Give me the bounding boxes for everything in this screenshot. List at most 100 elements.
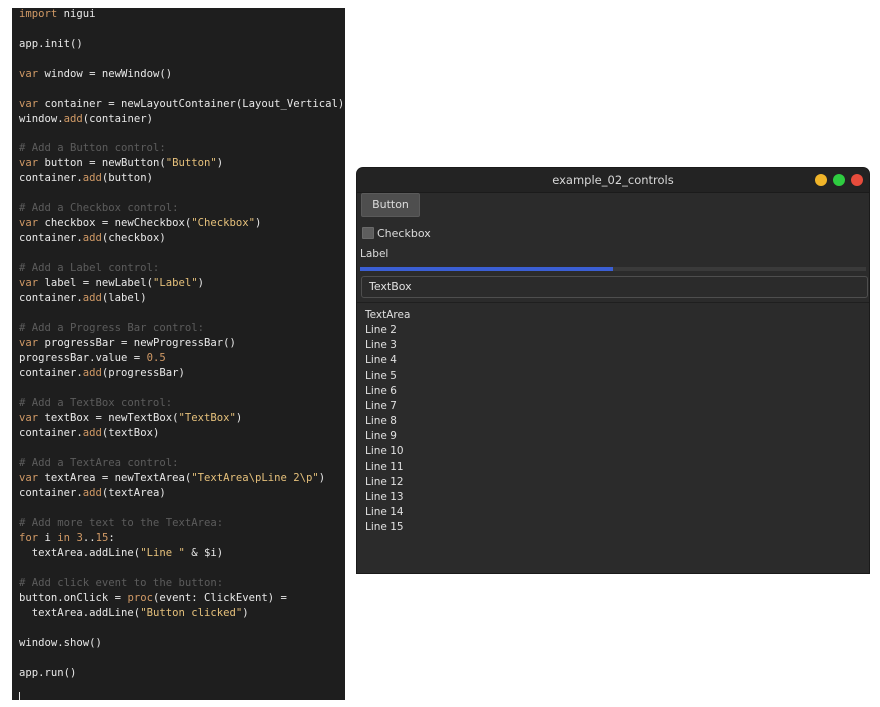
textarea-line: TextArea <box>365 309 411 321</box>
code-token: (progressBar) <box>101 367 185 379</box>
window-title: example_02_controls <box>552 173 674 187</box>
code-line: var checkbox = newCheckbox("Checkbox") <box>19 216 261 230</box>
button-control[interactable]: Button <box>361 193 420 217</box>
code-token: i <box>38 532 58 544</box>
textarea-line: Line 14 <box>365 505 404 518</box>
code-token: ) <box>255 217 262 229</box>
code-token: for <box>19 532 39 544</box>
code-token: # Add a Checkbox control: <box>19 202 179 214</box>
code-token: .. <box>82 532 96 544</box>
code-token: "TextBox" <box>178 412 236 424</box>
code-line: # Add a Button control: <box>19 141 166 155</box>
window-titlebar[interactable]: example_02_controls <box>357 168 869 193</box>
code-token: var <box>19 337 39 349</box>
code-token: app.run() <box>19 667 77 679</box>
code-token: var <box>19 277 39 289</box>
textarea-line: Line 12 <box>365 475 404 488</box>
minimize-button[interactable] <box>815 174 827 186</box>
code-line: var textArea = newTextArea("TextArea\pLi… <box>19 471 325 485</box>
textarea-line: Line 5 <box>365 369 397 382</box>
code-token: add <box>82 232 102 244</box>
code-token: "Label" <box>152 277 198 289</box>
code-token: # Add a TextBox control: <box>19 397 173 409</box>
code-token: add <box>82 487 102 499</box>
code-token: "Line " <box>140 547 185 559</box>
code-token: container. <box>19 292 83 304</box>
app-window: example_02_controls Button Checkbox Labe… <box>357 168 869 573</box>
code-token: var <box>19 157 39 169</box>
close-button[interactable] <box>851 174 863 186</box>
code-token: ) <box>242 607 249 619</box>
code-token: label = newLabel( <box>38 277 153 289</box>
code-token: window. <box>19 113 64 125</box>
code-line: container.add(textBox) <box>19 426 159 440</box>
code-token: : <box>108 532 115 544</box>
code-line: container.add(label) <box>19 291 147 305</box>
textbox-input[interactable]: TextBox <box>361 276 868 298</box>
label-control: Label <box>360 248 389 260</box>
code-token: (container) <box>82 113 153 125</box>
code-line: container.add(checkbox) <box>19 231 166 245</box>
code-token: textArea = newTextArea( <box>38 472 192 484</box>
code-token: (textBox) <box>101 427 160 439</box>
code-token: add <box>63 113 83 125</box>
code-token: # Add a Label control: <box>19 262 160 274</box>
code-line: container.add(button) <box>19 171 153 185</box>
maximize-button[interactable] <box>833 174 845 186</box>
code-token: ) <box>318 472 326 484</box>
code-token: var <box>19 68 39 80</box>
code-token: progressBar.value = <box>19 352 147 364</box>
code-line: # Add a Checkbox control: <box>19 201 178 215</box>
code-token: progressBar = newProgressBar() <box>38 337 236 349</box>
text-cursor <box>19 692 20 700</box>
code-line: container.add(progressBar) <box>19 366 185 380</box>
textarea-line: Line 10 <box>365 445 404 458</box>
checkbox-box[interactable] <box>362 227 374 239</box>
code-line: var progressBar = newProgressBar() <box>19 336 236 350</box>
code-token: add <box>82 367 102 379</box>
code-line: import nigui <box>19 8 96 21</box>
code-line: app.init() <box>19 37 83 51</box>
code-token: container. <box>19 487 83 499</box>
code-line: textArea.addLine("Line " & $i) <box>19 546 223 560</box>
code-token: checkbox = newCheckbox( <box>38 217 192 229</box>
code-token: # Add more text to the TextArea: <box>19 517 224 529</box>
textarea-line: Line 11 <box>365 460 404 473</box>
code-token: textArea.addLine( <box>19 607 141 619</box>
code-line: # Add more text to the TextArea: <box>19 516 223 530</box>
code-token: var <box>19 472 39 484</box>
progress-bar-fill <box>360 267 613 271</box>
code-token: 0.5 <box>146 352 166 364</box>
code-line: # Add a Label control: <box>19 261 159 275</box>
code-token: proc <box>127 592 153 604</box>
code-token: (button) <box>101 172 153 184</box>
code-token: container. <box>19 232 83 244</box>
code-token: in <box>57 532 71 544</box>
code-token: (textArea) <box>101 487 166 499</box>
code-line: var container = newLayoutContainer(Layou… <box>19 97 344 111</box>
code-token: container. <box>19 427 83 439</box>
code-token: window = newWindow() <box>38 68 173 80</box>
textarea-control[interactable]: TextArea Line 2 Line 3 Line 4 Line 5 Line 6 Li… <box>357 302 869 573</box>
code-token: ) <box>197 277 204 289</box>
textarea-line: Line 7 <box>365 399 397 412</box>
progress-bar <box>360 267 866 271</box>
code-line: button.onClick = proc(event: ClickEvent)… <box>19 591 287 605</box>
code-line: # Add a TextBox control: <box>19 396 172 410</box>
checkbox-control[interactable]: Checkbox <box>362 226 431 240</box>
code-token: "Button clicked" <box>140 607 243 619</box>
code-editor[interactable]: import nigui app.init() var window = newWi… <box>12 8 345 700</box>
code-token: # Add a Progress Bar control: <box>19 322 204 334</box>
code-token: import <box>19 8 58 20</box>
code-line: var textBox = newTextBox("TextBox") <box>19 411 242 425</box>
textarea-line: Line 13 <box>365 490 404 503</box>
code-token: nigui <box>57 8 96 20</box>
code-token: "TextArea\pLine 2\p" <box>191 472 319 484</box>
code-token: window.show() <box>19 637 102 649</box>
code-token: ) <box>235 412 243 424</box>
code-line: var window = newWindow() <box>19 67 172 81</box>
code-line: window.add(container) <box>19 112 153 126</box>
code-token: container = newLayoutContainer(Layout_Ve… <box>38 98 345 110</box>
code-token: var <box>19 412 39 424</box>
code-token: button = newButton( <box>38 157 166 169</box>
